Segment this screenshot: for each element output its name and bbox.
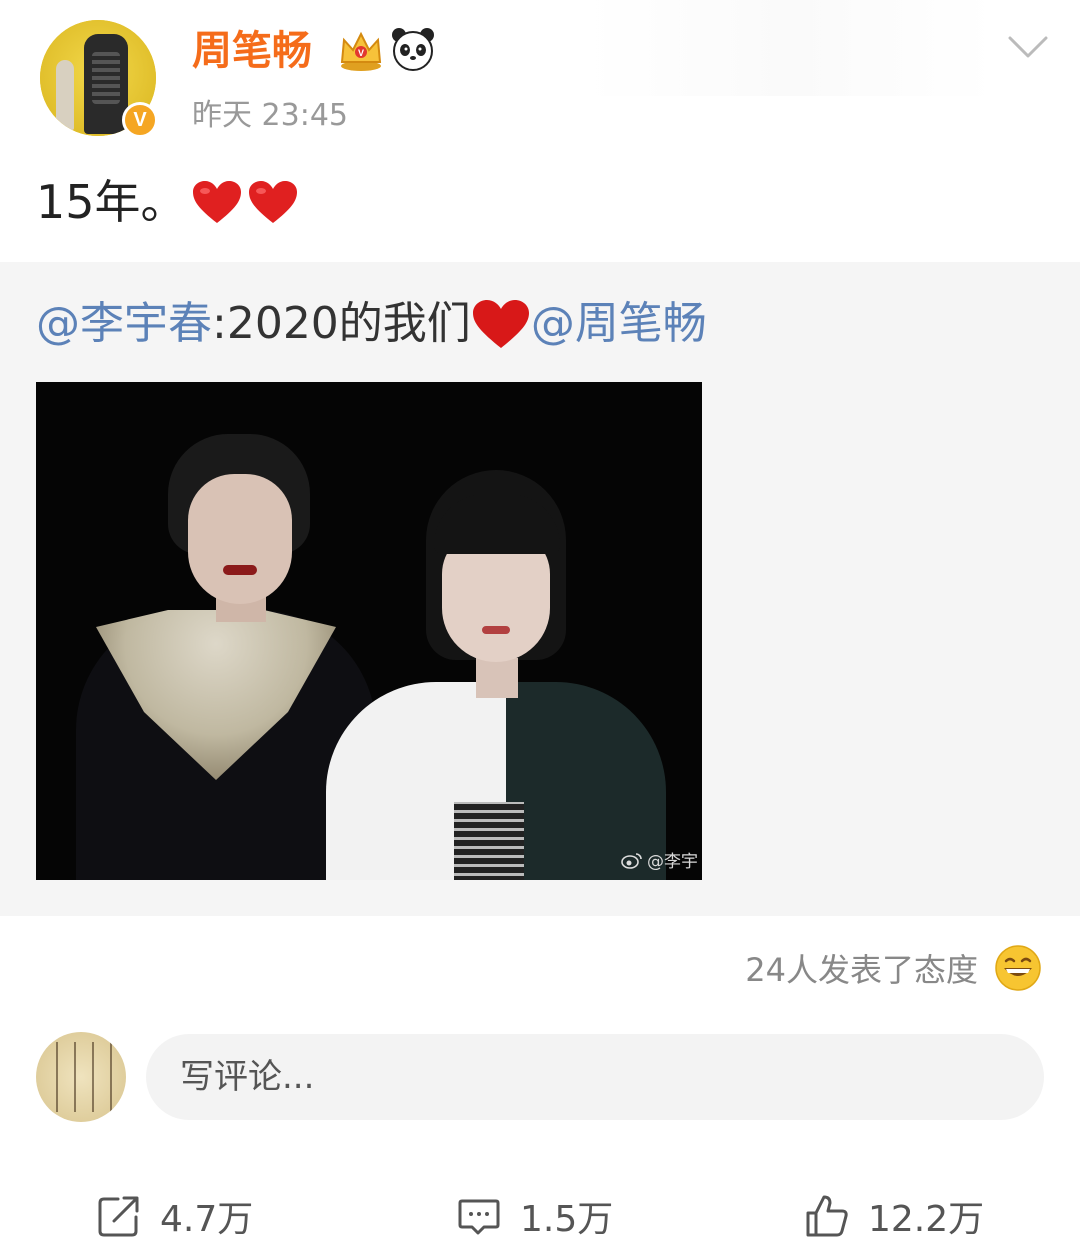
author-avatar[interactable]: V xyxy=(40,20,158,138)
comment-count: 1.5万 xyxy=(520,1199,614,1240)
post-time: 昨天 23:45 xyxy=(192,98,348,133)
like-button[interactable]: 12.2万 xyxy=(804,1188,984,1244)
photo-person-right-lips xyxy=(482,626,510,634)
mention-target[interactable]: @周笔畅 xyxy=(531,296,707,352)
like-count: 12.2万 xyxy=(868,1199,985,1240)
photo-watermark-text: @李宇 xyxy=(647,852,698,872)
mention-original-author[interactable]: @李宇春 xyxy=(36,296,212,352)
grin-emoji-icon xyxy=(995,945,1041,991)
post-content: 15年。 xyxy=(36,172,299,232)
chevron-down-icon[interactable] xyxy=(1004,30,1052,66)
red-heart-icon xyxy=(248,181,297,223)
photo-person-left-face xyxy=(188,474,292,604)
thumbs-up-icon xyxy=(806,1195,848,1237)
crown-icon[interactable]: V xyxy=(338,28,384,72)
panda-icon[interactable] xyxy=(390,26,436,72)
verified-badge-icon: V xyxy=(122,102,158,138)
attitudes-text: 24人发表了态度 xyxy=(745,951,978,989)
share-icon xyxy=(98,1196,139,1237)
repost-button[interactable]: 4.7万 xyxy=(96,1188,253,1244)
red-heart-icon xyxy=(472,300,529,348)
photo-person-left-lips xyxy=(223,565,257,575)
avatar-figure-small xyxy=(56,60,74,130)
repost-text: @李宇春 :2020的我们 @周笔畅 xyxy=(36,296,707,352)
photo-person-right-top xyxy=(454,802,524,880)
post-header: V 周笔畅 V 昨天 23:45 xyxy=(0,0,1080,160)
repost-block[interactable]: @李宇春 :2020的我们 @周笔畅 @李宇 xyxy=(0,262,1080,916)
red-heart-icon xyxy=(192,181,241,223)
comment-icon xyxy=(458,1199,500,1235)
repost-photo[interactable]: @李宇 xyxy=(36,382,702,880)
header-blank-area xyxy=(586,0,996,96)
svg-text:V: V xyxy=(358,48,364,58)
action-bar: 4.7万 1.5万 12.2万 xyxy=(0,1176,1080,1256)
comment-button[interactable]: 1.5万 xyxy=(456,1188,613,1244)
photo-person-right-neck xyxy=(476,658,518,698)
author-name[interactable]: 周笔畅 xyxy=(192,26,312,76)
comment-input[interactable] xyxy=(146,1034,1044,1120)
attitudes-row[interactable]: 24人发表了态度 xyxy=(745,944,1042,992)
photo-watermark: @李宇 xyxy=(621,847,698,872)
post-text: 15年。 xyxy=(36,175,187,229)
weibo-logo-icon xyxy=(621,852,642,869)
current-user-avatar[interactable] xyxy=(36,1032,126,1122)
repost-count: 4.7万 xyxy=(160,1199,254,1240)
repost-body: :2020的我们 xyxy=(212,298,471,349)
